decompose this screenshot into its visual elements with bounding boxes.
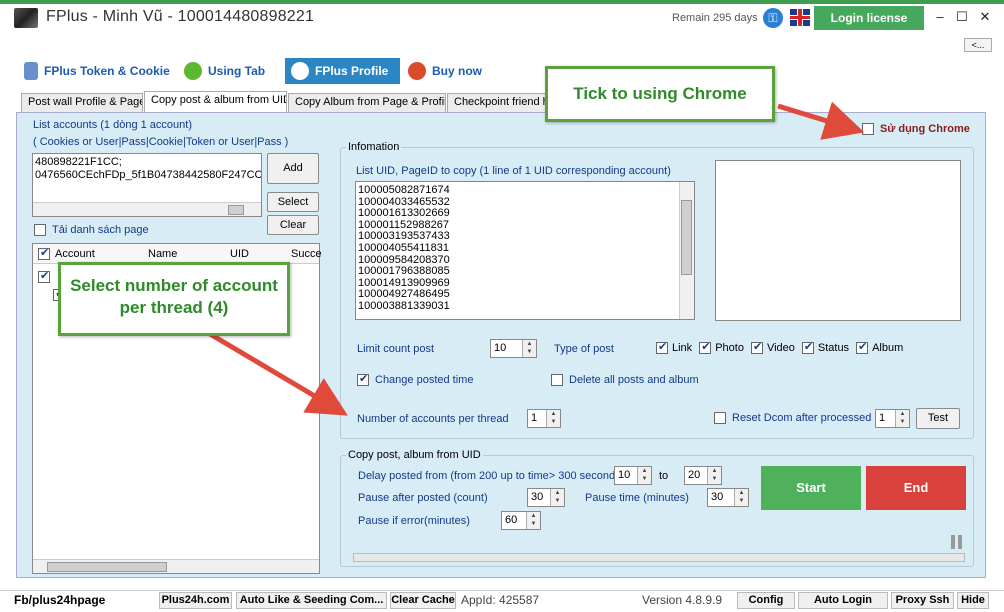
config-button[interactable]: Config <box>737 592 795 609</box>
auto-login-button[interactable]: Auto Login <box>798 592 888 609</box>
hide-button[interactable]: Hide <box>957 592 989 609</box>
proxy-ssh-button[interactable]: Proxy Ssh <box>891 592 954 609</box>
callout-thread: Select number of account per thread (4) <box>58 262 290 336</box>
fb-page-link[interactable]: Fb/plus24hpage <box>14 593 105 607</box>
clear-cache-button[interactable]: Clear Cache <box>390 592 456 609</box>
arrow-to-chrome <box>777 101 865 140</box>
version-text: Version 4.8.9.9 <box>642 593 723 607</box>
auto-like-button[interactable]: Auto Like & Seeding Com... <box>236 592 387 609</box>
appid-text: AppId: 425587 <box>461 593 540 607</box>
plus24h-button[interactable]: Plus24h.com <box>159 592 232 609</box>
callout-chrome: Tick to using Chrome <box>545 66 775 122</box>
arrow-to-thread <box>208 331 348 416</box>
